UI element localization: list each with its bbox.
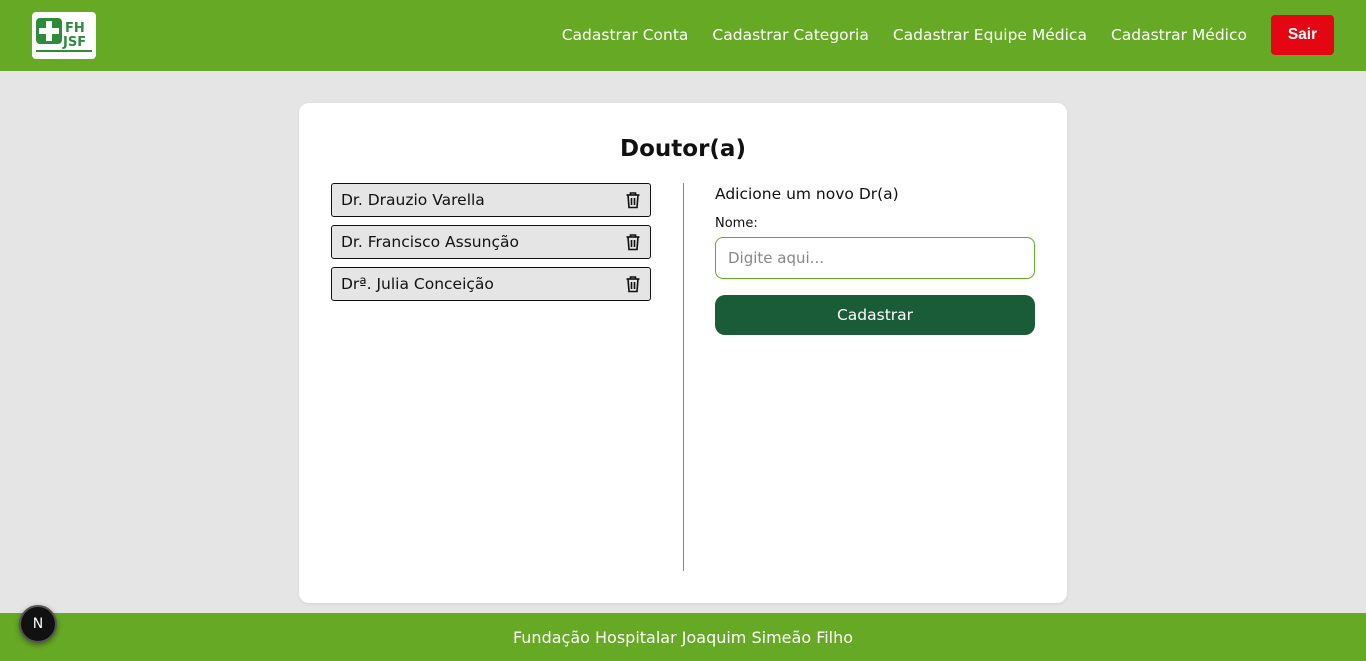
svg-text:FH: FH xyxy=(65,21,85,36)
footer-text: Fundação Hospitalar Joaquim Simeão Filho xyxy=(512,627,854,647)
nav-cadastrar-equipe-medica[interactable]: Cadastrar Equipe Médica xyxy=(893,26,1087,44)
list-item: Drª. Julia Conceição xyxy=(331,267,651,301)
footer: Fundação Hospitalar Joaquim Simeão Filho xyxy=(0,613,1366,661)
svg-text:JSF: JSF xyxy=(62,35,86,50)
nav-cadastrar-medico[interactable]: Cadastrar Médico xyxy=(1111,26,1247,44)
list-item: Dr. Drauzio Varella xyxy=(331,183,651,217)
name-label: Nome: xyxy=(715,216,758,231)
name-input[interactable] xyxy=(715,237,1035,279)
doctor-name: Drª. Julia Conceição xyxy=(341,275,494,293)
column-divider xyxy=(683,183,684,571)
form-heading: Adicione um novo Dr(a) xyxy=(715,185,899,203)
doctor-list: Dr. Drauzio Varella Dr. Francisco Assunç… xyxy=(331,183,651,309)
nav-cadastrar-categoria[interactable]: Cadastrar Categoria xyxy=(712,26,868,44)
trash-icon[interactable] xyxy=(625,275,641,293)
doctor-name: Dr. Drauzio Varella xyxy=(341,191,485,209)
list-item: Dr. Francisco Assunção xyxy=(331,225,651,259)
dev-tools-badge[interactable]: N xyxy=(19,605,57,643)
trash-icon[interactable] xyxy=(625,233,641,251)
cadastrar-button[interactable]: Cadastrar xyxy=(715,295,1035,335)
trash-icon[interactable] xyxy=(625,191,641,209)
nav-cadastrar-conta[interactable]: Cadastrar Conta xyxy=(562,26,689,44)
main-nav: Cadastrar Conta Cadastrar Categoria Cada… xyxy=(562,15,1334,55)
doctor-card: Doutor(a) Dr. Drauzio Varella Dr. Franci… xyxy=(299,103,1067,603)
doctor-name: Dr. Francisco Assunção xyxy=(341,233,519,251)
logout-button[interactable]: Sair xyxy=(1271,15,1334,55)
logo[interactable]: FH JSF xyxy=(32,12,96,59)
top-header: FH JSF Cadastrar Conta Cadastrar Categor… xyxy=(0,0,1366,71)
add-doctor-form: Adicione um novo Dr(a) Nome: Cadastrar xyxy=(715,185,1035,335)
page-title: Doutor(a) xyxy=(620,136,746,162)
